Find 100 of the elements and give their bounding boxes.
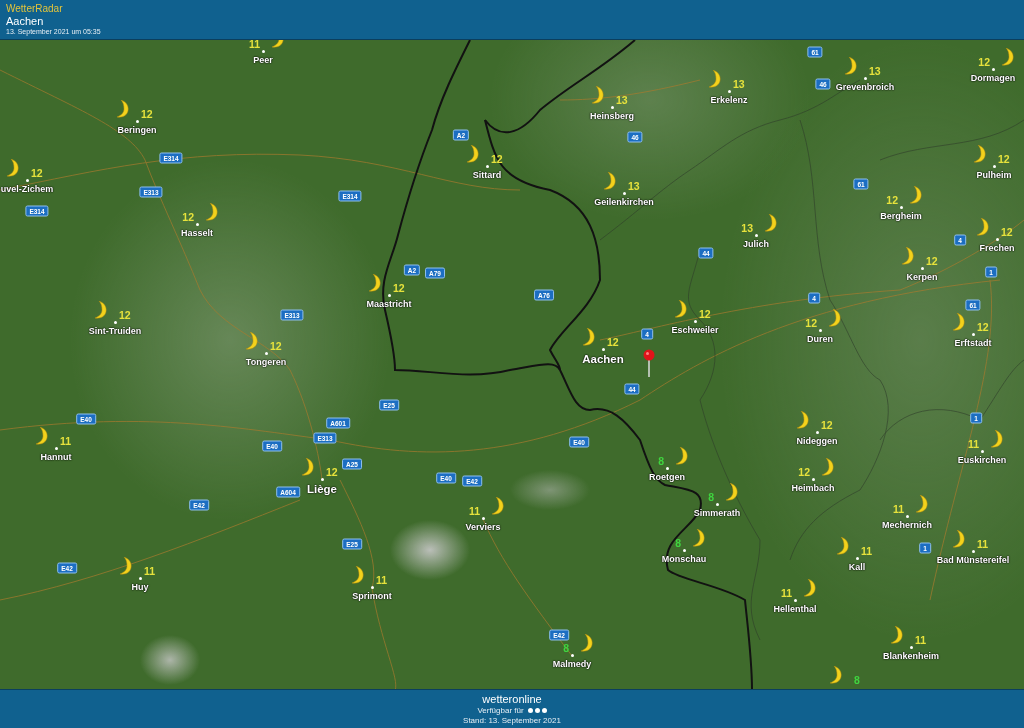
moon-icon [465,144,479,163]
city-name[interactable]: Verviers [465,521,501,532]
location-dot [485,165,489,169]
city-name[interactable]: Euskirchen [957,454,1007,465]
location-dot [682,549,686,553]
city-name[interactable]: Eschweiler [671,324,719,335]
location-dot [138,577,142,581]
temperature-label: 11 [967,438,979,450]
moon-icon [602,171,616,190]
city-name[interactable]: Huy [131,581,149,592]
city-name[interactable]: Liège [307,482,337,495]
city-name[interactable]: Sint-Truiden [88,325,142,336]
temperature-label: 12 [805,317,817,329]
city-name[interactable]: Beringen [117,124,157,135]
location-dot [135,120,139,124]
city-name[interactable]: Geilenkirchen [594,196,654,207]
city-name[interactable]: Hellenthal [773,603,817,614]
city-name[interactable]: Grevenbroich [835,81,895,92]
city-name[interactable]: Duren [807,333,833,344]
temperature-label: 13 [628,180,640,192]
moon-icon [350,565,364,584]
moon-icon [951,529,965,548]
city-name[interactable]: Mechernich [882,519,932,530]
moon-icon [724,482,738,501]
location-dot [665,467,669,471]
location-dot [855,557,859,561]
temperature-label: 11 [977,538,989,550]
city-name[interactable]: Sittard [472,169,502,180]
city-name[interactable]: Tongeren [245,356,287,367]
moon-icon [827,308,841,327]
location-dot [995,238,999,242]
city-name[interactable]: Heimbach [791,482,835,493]
temperature-label: 8 [708,491,714,503]
temperature-label: 11 [468,505,480,517]
city-name[interactable]: Hannut [40,451,72,462]
city-name[interactable]: Monschau [661,553,707,564]
city-name[interactable]: Heinsberg [590,110,634,121]
city-name[interactable]: Roetgen [649,471,685,482]
temperature-label: 8 [675,537,681,549]
location-dot [610,106,614,110]
moon-icon [673,299,687,318]
moon-icon [590,85,604,104]
location-dot [818,329,822,333]
city-name[interactable]: Hasselt [181,227,213,238]
city-name[interactable]: Malmedy [552,658,592,669]
brand-logo[interactable]: wetteronline [482,693,542,705]
location-dot [113,321,117,325]
city-name[interactable]: Erkelenz [710,94,748,105]
city-name[interactable]: Peer [253,54,273,65]
location-dot [971,550,975,554]
temperature-label: 13 [741,222,753,234]
city-name[interactable]: Kerpen [906,271,938,282]
city-name[interactable]: Sprimont [352,590,392,601]
temperature-label: 12 [270,340,282,352]
moon-icon [900,246,914,265]
city-name[interactable]: Simmerath [693,507,741,518]
city-name[interactable]: Julich [743,238,769,249]
city-name[interactable]: Dormagen [970,72,1016,83]
city-name[interactable]: Maastricht [366,298,412,309]
city-name[interactable]: Blankenheim [883,650,939,661]
temperature-label: 12 [978,56,990,68]
moon-icon [367,273,381,292]
moon-icon [989,429,1003,448]
location-dot [622,192,626,196]
location-dot [971,333,975,337]
city-name[interactable]: Aachen [582,352,624,365]
city-name[interactable]: uvel-Zichem [0,183,54,194]
temperature-label: 11 [144,565,156,577]
moon-icon [300,457,314,476]
location-dot [920,267,924,271]
location-dot [481,517,485,521]
location-dot [601,348,605,352]
location-dot [387,294,391,298]
temperature-label: 12 [141,108,153,120]
city-name[interactable]: Bergheim [880,210,922,221]
temperature-label: 12 [491,153,503,165]
moon-icon [707,69,721,88]
city-name[interactable]: Erftstadt [954,337,992,348]
updated-text: Stand: 13. September 2021 [463,716,561,725]
temperature-label: 8 [563,642,569,654]
moon-icon [579,633,593,652]
map-pin-icon [643,348,655,377]
city-name[interactable]: Bad Münstereifel [936,554,1010,565]
moon-icon [763,213,777,232]
city-name[interactable]: Frechen [979,242,1015,253]
temperature-label: 12 [998,153,1010,165]
temperature-label: 12 [1001,226,1013,238]
location-dot [727,90,731,94]
city-name[interactable]: Kall [848,561,866,572]
location-dot [264,352,268,356]
moon-icon [820,457,834,476]
city-name[interactable]: Pulheim [976,169,1012,180]
location-title: Aachen [6,15,45,27]
temperature-label: 11 [60,435,72,447]
location-dot [905,515,909,519]
location-dot [992,165,996,169]
moon-icon [118,556,132,575]
city-name[interactable]: Nideggen [796,435,838,446]
temperature-label: 13 [733,78,745,90]
moon-icon [674,446,688,465]
